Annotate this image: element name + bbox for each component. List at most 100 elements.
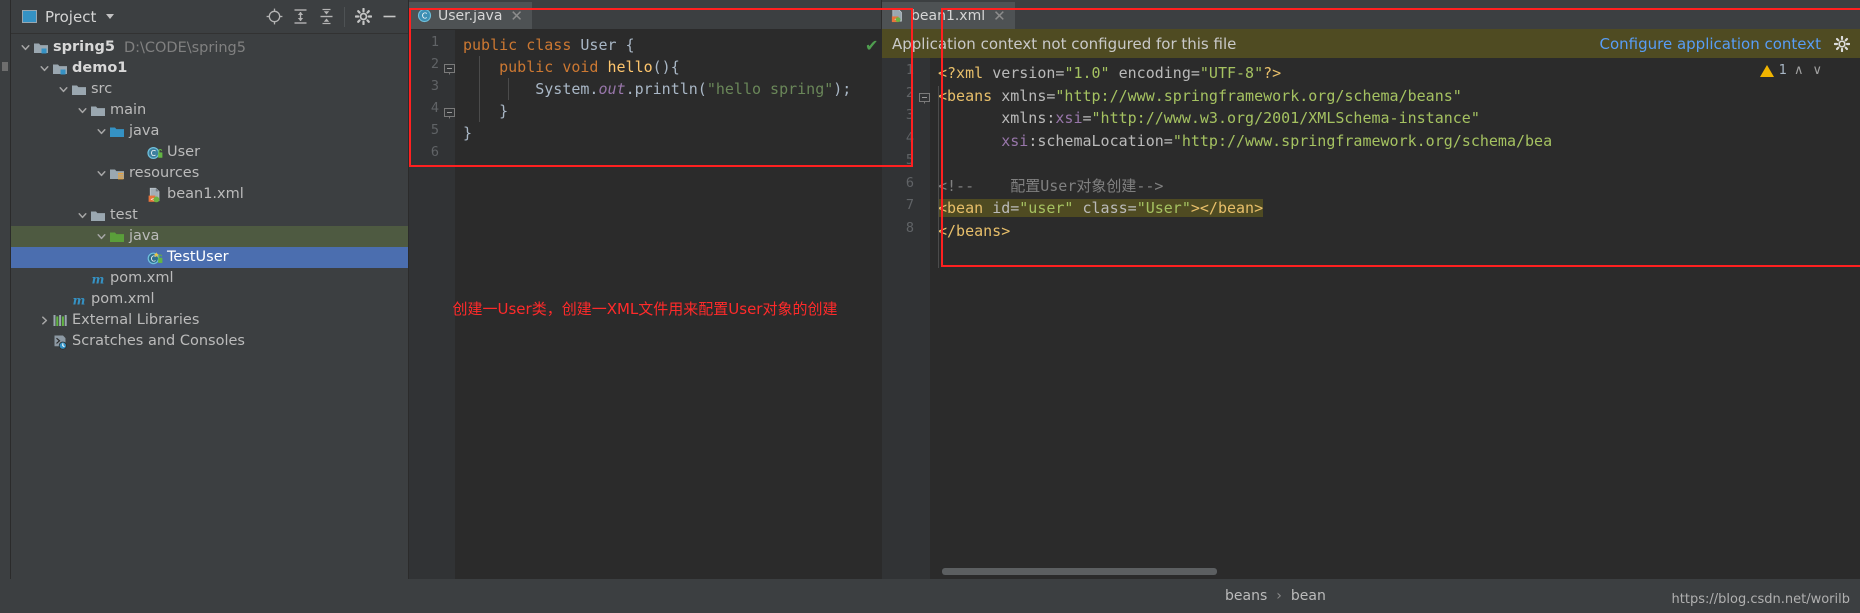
code-token: "http://www.springframework.org/schema/b… <box>1172 131 1553 150</box>
scratches-icon <box>51 334 68 350</box>
tree-node-java[interactable]: java <box>10 121 408 142</box>
code-token: id= <box>992 199 1020 217</box>
code-line[interactable] <box>455 144 881 166</box>
tree-twisty-toggle[interactable] <box>94 126 108 137</box>
tree-twisty-toggle[interactable] <box>56 84 70 95</box>
tree-twisty-toggle[interactable] <box>37 63 51 74</box>
tree-twisty-toggle[interactable] <box>37 315 51 326</box>
project-tree[interactable]: spring5 D:\CODE\spring5 demo1 src main java C U… <box>10 34 408 579</box>
breadcrumb-item[interactable]: beans <box>1225 588 1267 604</box>
rail-structure-button[interactable] <box>2 62 8 71</box>
fold-marker[interactable] <box>444 61 455 75</box>
tree-twisty-toggle[interactable] <box>94 231 108 242</box>
tree-node-scratches-and-consoles[interactable]: Scratches and Consoles <box>10 331 408 352</box>
tree-node-label: pom.xml <box>91 291 155 307</box>
spring-xml-file-icon: < <box>891 9 902 23</box>
configure-application-context-link[interactable]: Configure application context <box>1599 35 1821 53</box>
code-line[interactable]: <beans xmlns="http://www.springframework… <box>930 85 1860 108</box>
fold-marker[interactable] <box>919 90 930 103</box>
watermark-text: https://blog.csdn.net/worilb <box>1671 592 1850 607</box>
code-line-text: <beans xmlns="http://www.springframework… <box>938 85 1860 107</box>
project-panel-title-group[interactable]: Project <box>16 6 120 28</box>
chevron-down-icon <box>77 108 87 114</box>
code-line-text: xsi:schemaLocation="http://www.springfra… <box>938 130 1860 152</box>
code-line[interactable]: xsi:schemaLocation="http://www.springfra… <box>930 130 1860 153</box>
fold-marker[interactable] <box>444 105 455 119</box>
svg-text:C: C <box>150 149 155 158</box>
resources-folder-icon <box>108 167 125 181</box>
tree-twisty-toggle[interactable] <box>75 105 89 116</box>
close-icon[interactable]: ✕ <box>510 7 523 25</box>
code-line[interactable]: } <box>455 122 881 144</box>
code-line[interactable]: <!-- 配置User对象创建--> <box>930 175 1860 198</box>
test-source-root-folder-icon <box>108 230 125 244</box>
tab-user-java[interactable]: C User.java ✕ <box>409 2 532 29</box>
java-test-class-icon: C <box>147 251 162 264</box>
panel-settings-button[interactable] <box>350 4 376 30</box>
tab-user-java-label: User.java <box>438 7 503 24</box>
crosshair-icon <box>266 8 282 25</box>
tree-node-spring5[interactable]: spring5 D:\CODE\spring5 <box>10 37 408 58</box>
code-line[interactable]: </beans> <box>930 220 1860 243</box>
line-number: 1 <box>430 34 439 50</box>
tree-node-src[interactable]: src <box>10 79 408 100</box>
tree-node-pom-xml[interactable]: m pom.xml <box>10 289 408 310</box>
maven-pom-icon: m <box>91 272 104 286</box>
locate-file-button[interactable] <box>261 4 287 30</box>
code-token: "1.0" <box>1064 64 1110 82</box>
tree-node-external-libraries[interactable]: External Libraries <box>10 310 408 331</box>
indent-guide <box>508 78 509 100</box>
tree-node-bean1-xml[interactable]: < bean1.xml <box>10 184 408 205</box>
close-icon[interactable]: ✕ <box>993 7 1006 25</box>
notice-settings-button[interactable] <box>1833 35 1850 52</box>
code-line[interactable]: System.out.println("hello spring"); <box>455 78 881 100</box>
breadcrumb-item[interactable]: bean <box>1291 588 1326 604</box>
code-line-text: System.out.println("hello spring"); <box>463 78 881 100</box>
line-number: 1 <box>905 62 914 78</box>
code-line[interactable]: } <box>455 100 881 122</box>
breadcrumb[interactable]: beans › bean <box>1215 588 1326 604</box>
chevron-down-icon[interactable] <box>106 14 115 19</box>
tree-twisty-toggle[interactable] <box>18 42 32 53</box>
folder-icon <box>90 106 105 116</box>
tree-node-test[interactable]: test <box>10 205 408 226</box>
expand-all-button[interactable] <box>287 4 313 30</box>
tree-node-resources[interactable]: resources <box>10 163 408 184</box>
scratches-icon <box>54 335 67 350</box>
code-line-text: public class User { <box>463 34 881 56</box>
code-token: <bean <box>938 199 993 217</box>
tree-twisty-toggle[interactable] <box>94 168 108 179</box>
chevron-down-icon <box>20 45 30 51</box>
tree-node-demo1[interactable]: demo1 <box>10 58 408 79</box>
tab-bean1-xml[interactable]: < bean1.xml ✕ <box>882 2 1015 29</box>
code-line[interactable]: <?xml version="1.0" encoding="UTF-8"?> <box>930 62 1860 85</box>
code-line[interactable]: public void hello(){ <box>455 56 881 78</box>
code-line[interactable]: xmlns:xsi="http://www.w3.org/2001/XMLSch… <box>930 107 1860 130</box>
code-token: xmlns: <box>938 109 1056 127</box>
tree-node-label: demo1 <box>72 60 128 76</box>
code-token: public <box>463 36 527 54</box>
horizontal-scrollbar[interactable] <box>942 568 1217 575</box>
tree-node-label: bean1.xml <box>167 186 244 202</box>
maven-pom-icon: m <box>72 293 85 307</box>
hide-panel-button[interactable] <box>376 4 402 30</box>
tree-node-testuser[interactable]: C TestUser <box>10 247 408 268</box>
inspection-ok-icon: ✔ <box>865 36 879 55</box>
code-token: void <box>562 58 608 76</box>
source-root-folder-icon <box>109 127 124 137</box>
collapse-all-button[interactable] <box>313 4 339 30</box>
line-number: 5 <box>905 152 914 168</box>
code-token: } <box>463 102 509 120</box>
tree-node-pom-xml[interactable]: m pom.xml <box>10 268 408 289</box>
tree-node-java[interactable]: java <box>10 226 408 247</box>
tree-node-user[interactable]: C User <box>10 142 408 163</box>
code-line[interactable] <box>930 152 1860 175</box>
code-token: "user" <box>1019 199 1074 217</box>
code-line[interactable]: public class User { <box>455 34 881 56</box>
tree-node-main[interactable]: main <box>10 100 408 121</box>
xml-code-area[interactable]: 1 ∧ ∨ 1 <?xml version="1.0" encoding="UTF… <box>882 58 1860 579</box>
tree-twisty-toggle[interactable] <box>75 210 89 221</box>
code-line-text: <?xml version="1.0" encoding="UTF-8"?> <box>938 62 1860 84</box>
code-token: <?xml <box>938 64 993 82</box>
code-line[interactable]: <bean id="user" class="User"></bean> <box>930 197 1860 220</box>
